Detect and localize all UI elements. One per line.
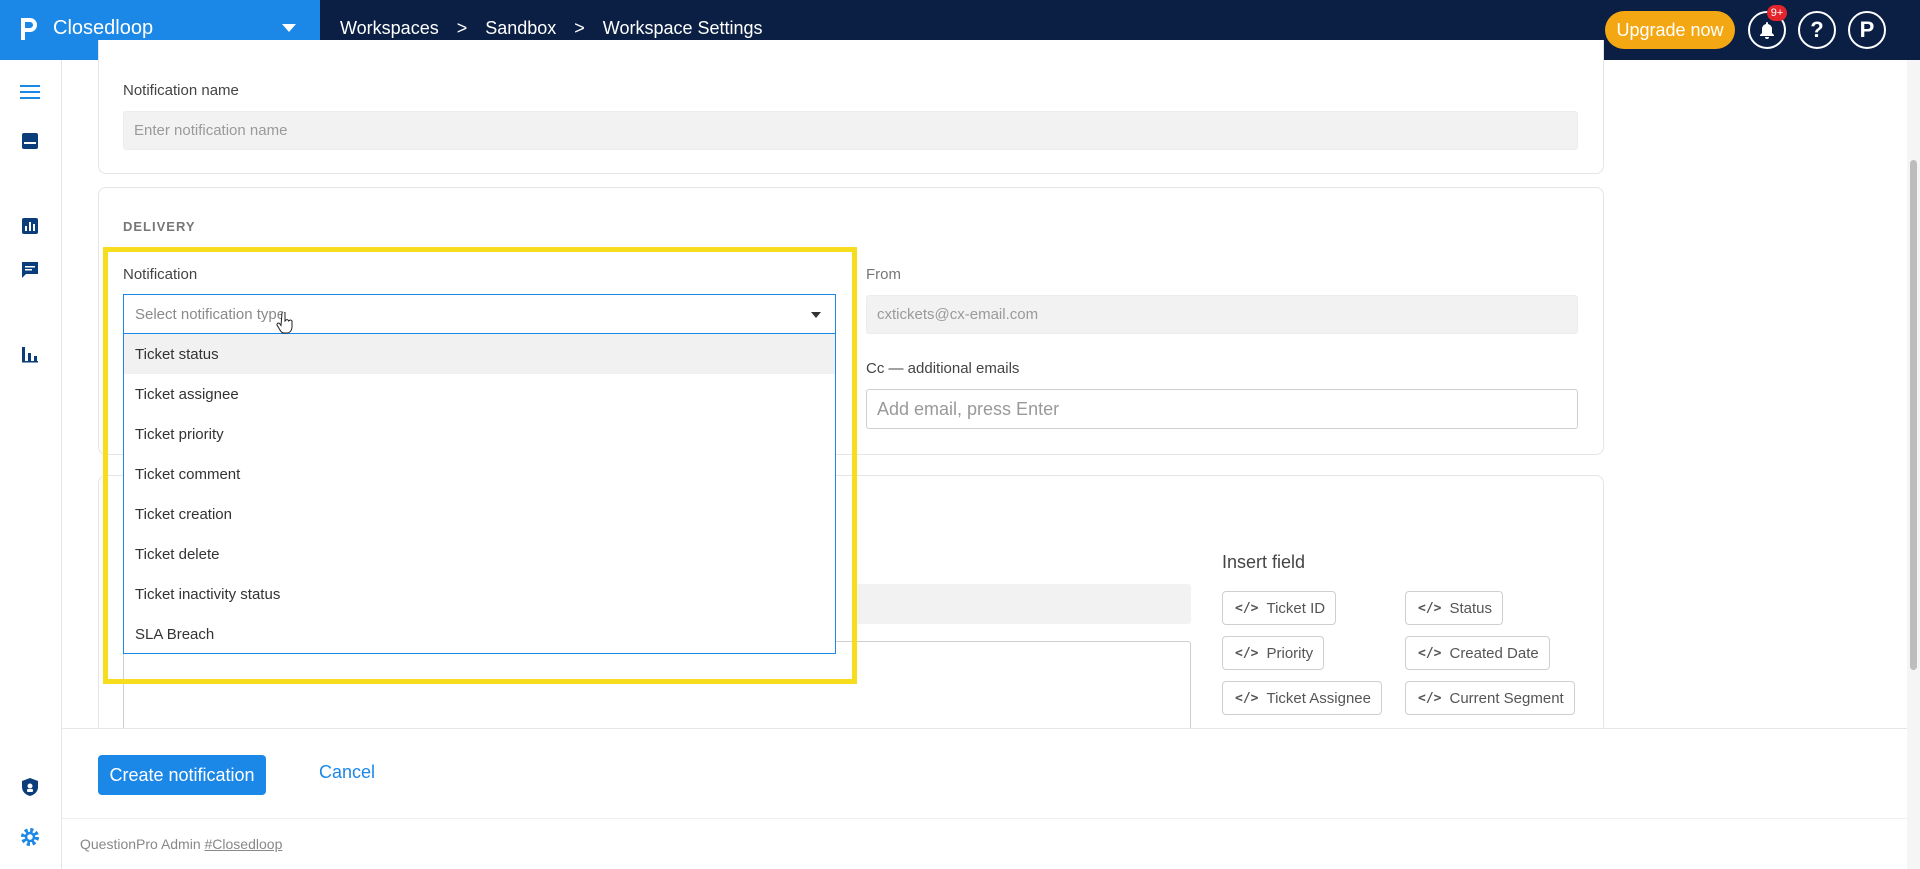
profile-avatar[interactable]: P [1848,11,1886,49]
insert-current-segment-chip[interactable]: </> Current Segment [1405,681,1575,715]
insert-ticket-id-chip[interactable]: </> Ticket ID [1222,591,1337,625]
breadcrumb-workspace-settings: Workspace Settings [602,18,763,38]
inbox-icon[interactable] [19,130,41,152]
from-value: cxtickets@cx-email.com [877,306,1039,323]
chevron-down-icon[interactable] [282,24,296,32]
insert-created-date-chip[interactable]: </> Created Date [1405,636,1550,670]
code-icon: </> [1235,600,1259,616]
cc-label: Cc — additional emails [866,360,1020,377]
code-icon: </> [1235,645,1259,661]
upgrade-button[interactable]: Upgrade now [1605,11,1735,49]
menu-icon[interactable] [19,81,41,103]
help-button[interactable]: ? [1798,11,1836,49]
notification-type-label: Notification [123,266,198,283]
from-field: cxtickets@cx-email.com [866,295,1578,334]
app-name: Closedloop [53,17,154,39]
breadcrumb-workspaces[interactable]: Workspaces [340,18,439,39]
profile-initial: P [1859,17,1875,42]
option-ticket-comment[interactable]: Ticket comment [124,454,835,494]
chip-label: Status [1449,599,1493,617]
footer-divider [62,818,1907,819]
notification-name-placeholder: Enter notification name [134,122,288,139]
footer: QuestionPro Admin #Closedloop [80,836,282,852]
notification-type-placeholder: Select notification type [135,305,286,323]
cc-email-input[interactable]: Add email, press Enter [866,389,1578,429]
action-bar-divider [62,728,1920,729]
option-ticket-creation[interactable]: Ticket creation [124,494,835,534]
code-icon: </> [1418,645,1442,661]
action-bar [62,729,1907,869]
notification-type-select[interactable]: Select notification type [123,294,836,334]
shield-icon[interactable] [19,776,41,798]
code-icon: </> [1418,600,1442,616]
chip-label: Created Date [1449,644,1539,662]
chat-icon[interactable] [19,259,41,281]
caret-down-icon[interactable] [811,312,821,318]
subject-input[interactable] [856,584,1191,624]
option-ticket-priority[interactable]: Ticket priority [124,414,835,454]
logo-icon [21,18,37,40]
code-icon: </> [1235,690,1259,706]
code-icon: </> [1418,690,1442,706]
chip-label: Priority [1266,644,1314,662]
notification-name-input[interactable]: Enter notification name [123,111,1578,150]
notification-count-badge: 9+ [1767,5,1787,21]
breadcrumb: Workspaces > Sandbox > Workspace Setting… [340,18,763,39]
notification-name-card [98,40,1604,174]
notification-name-label: Notification name [123,82,239,99]
insert-priority-chip[interactable]: </> Priority [1222,636,1325,670]
chip-label: Ticket Assignee [1266,689,1371,707]
chevron-right-icon: > [574,18,585,38]
option-ticket-delete[interactable]: Ticket delete [124,534,835,574]
cc-email-placeholder: Add email, press Enter [877,398,1060,419]
option-ticket-assignee[interactable]: Ticket assignee [124,374,835,414]
left-sidebar [0,60,62,869]
insert-ticket-assignee-chip[interactable]: </> Ticket Assignee [1222,681,1382,715]
cancel-button[interactable]: Cancel [319,762,375,783]
bar-chart-icon[interactable] [19,343,41,365]
hand-cursor-icon [276,312,293,334]
bell-icon [1760,22,1774,39]
footer-link[interactable]: #Closedloop [205,836,283,852]
option-ticket-status[interactable]: Ticket status [124,334,835,374]
insert-field-title: Insert field [1222,552,1306,572]
option-ticket-inactivity-status[interactable]: Ticket inactivity status [124,574,835,614]
notification-type-dropdown: Ticket status Ticket assignee Ticket pri… [123,334,836,654]
question-icon: ? [1810,17,1824,42]
chip-label: Ticket ID [1266,599,1326,617]
insert-status-chip[interactable]: </> Status [1405,591,1504,625]
chip-label: Current Segment [1449,689,1564,707]
from-label: From [866,266,901,283]
option-sla-breach[interactable]: SLA Breach [124,614,835,654]
create-notification-button[interactable]: Create notification [98,755,266,795]
footer-text: QuestionPro Admin [80,836,201,852]
scrollbar-thumb[interactable] [1910,160,1917,670]
breadcrumb-sandbox[interactable]: Sandbox [485,18,556,39]
chevron-right-icon: > [456,18,468,38]
gear-icon[interactable] [19,826,41,848]
report-icon[interactable] [19,215,41,237]
delivery-section-title: DELIVERY [123,219,196,234]
